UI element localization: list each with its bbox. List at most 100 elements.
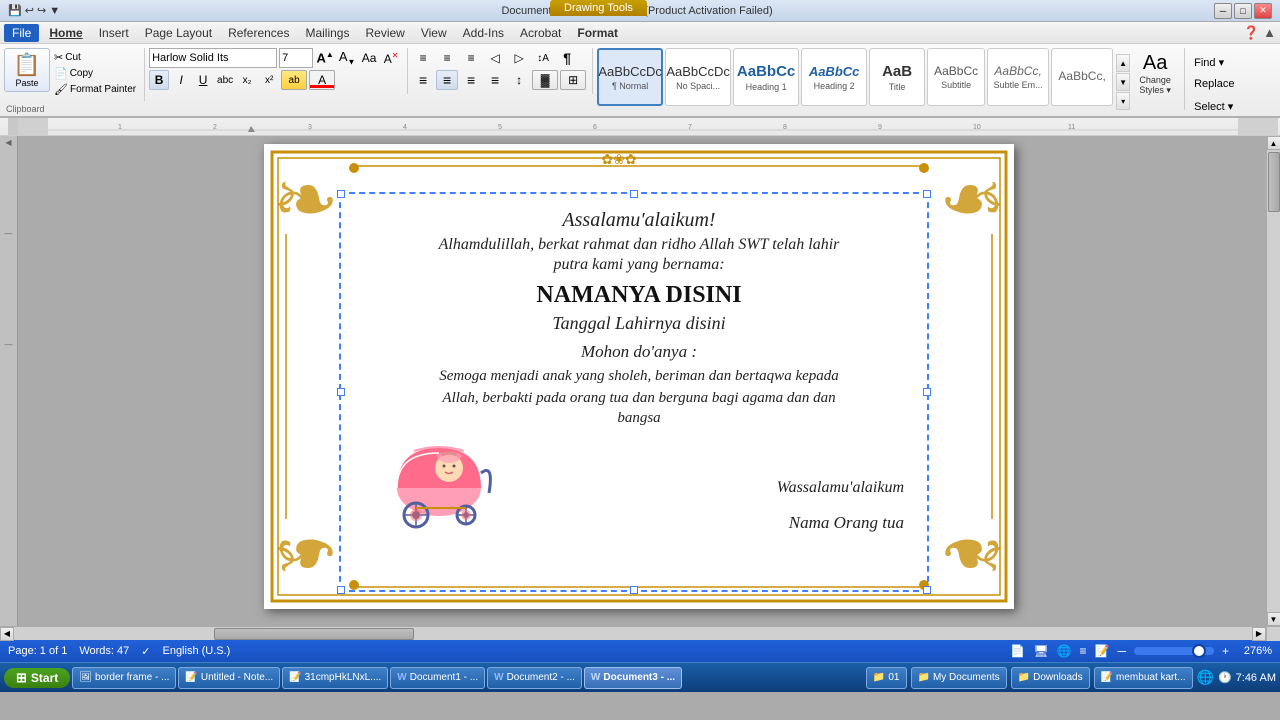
style-title[interactable]: AaB Title [869,48,925,106]
svg-text:3: 3 [308,124,312,131]
minimize-btn[interactable]: ─ [1214,3,1232,19]
strikethrough-button[interactable]: abc [215,70,235,90]
multilevel-button[interactable]: ≡ [460,48,482,68]
taskbar-item-border[interactable]: 🖼 border frame - ... [72,667,176,689]
zoom-in-btn[interactable]: + [1222,644,1229,658]
show-hide-button[interactable]: ¶ [556,48,578,68]
style-heading2[interactable]: AaBbCc Heading 2 [801,48,867,106]
styles-more-button[interactable]: ▾ [1116,92,1130,110]
copy-button[interactable]: 📄 Copy [52,66,138,81]
view-draft-icon[interactable]: 📝 [1095,644,1110,658]
align-center-button[interactable]: ≡ [436,70,458,90]
line-allah: Allah, berbakti pada orang tua dan bergu… [442,388,835,409]
language-label[interactable]: English (U.S.) [162,645,230,657]
view-web-icon[interactable]: 🌐 [1057,644,1072,658]
italic-button[interactable]: I [171,70,191,90]
menu-review[interactable]: Review [357,24,412,42]
font-size-input[interactable] [279,48,313,68]
style-normal-label: ¶ Normal [612,81,648,91]
cut-button[interactable]: ✂ Cut [52,50,138,65]
taskbar-item-doc1[interactable]: W Document1 - ... [390,667,485,689]
style-nospacing[interactable]: AaBbCcDc No Spaci... [665,48,731,106]
replace-button[interactable]: Replace [1189,74,1239,94]
align-left-button[interactable]: ≡ [412,70,434,90]
find-button[interactable]: Find ▾ [1189,52,1239,72]
change-styles-button[interactable]: Aa ChangeStyles ▾ [1132,48,1178,96]
vertical-scrollbar[interactable]: ▲ ▼ [1266,136,1280,626]
font-name-input[interactable] [149,48,277,68]
paste-button[interactable]: 📋 Paste [4,48,50,92]
taskbar-item-doc3[interactable]: W Document3 - ... [584,667,682,689]
menu-format[interactable]: Format [569,24,626,42]
styles-scroll-down[interactable]: ▼ [1116,73,1130,91]
view-fullscreen-icon[interactable]: 🖥 [1033,644,1048,658]
menu-references[interactable]: References [220,24,297,42]
scroll-thumb[interactable] [1268,152,1280,212]
style-more[interactable]: AaBbCc, [1051,48,1113,106]
menu-view[interactable]: View [413,24,455,42]
taskbar-item-mydocs[interactable]: 📁 My Documents [911,667,1007,689]
view-print-icon[interactable]: 📄 [1010,644,1025,658]
clear-format-button[interactable]: A✕ [381,48,401,68]
menu-addins[interactable]: Add-Ins [455,24,512,42]
format-painter-button[interactable]: 🖌 Format Painter [52,82,138,97]
bullets-button[interactable]: ≡ [412,48,434,68]
ie-icon[interactable]: 🌐 [1197,669,1214,686]
styles-scroll-up[interactable]: ▲ [1116,54,1130,72]
scroll-down-button[interactable]: ▼ [1267,612,1280,626]
horizontal-scrollbar[interactable]: ◀ ▶ [0,626,1280,640]
increase-indent-button[interactable]: ▷ [508,48,530,68]
change-case-button[interactable]: Aa [359,48,379,68]
taskbar-item-notepad[interactable]: 📝 Untitled - Note... [178,667,280,689]
close-btn[interactable]: ✕ [1254,3,1272,19]
scroll-right-button[interactable]: ▶ [1252,627,1266,641]
maximize-btn[interactable]: □ [1234,3,1252,19]
taskbar-item-folder01[interactable]: 📁 01 [866,667,907,689]
line-spacing-button[interactable]: ↕ [508,70,530,90]
taskbar-item-downloads[interactable]: 📁 Downloads [1011,667,1090,689]
menu-home[interactable]: Home [41,24,90,42]
bold-button[interactable]: B [149,70,169,90]
zoom-out-btn[interactable]: ─ [1117,644,1126,658]
style-subtle-emph[interactable]: AaBbCc, Subtle Em... [987,48,1049,106]
taskbar-item-31[interactable]: 📝 31cmpHkLNxL.... [282,667,388,689]
justify-button[interactable]: ≡ [484,70,506,90]
start-button[interactable]: ⊞ Start [4,668,70,688]
sort-button[interactable]: ↕A [532,48,554,68]
underline-button[interactable]: U [193,70,213,90]
style-heading1[interactable]: AaBbCc Heading 1 [733,48,799,106]
style-nospacing-label: No Spaci... [676,81,720,91]
style-normal[interactable]: AaBbCcDc ¶ Normal [597,48,663,106]
subscript-button[interactable]: x₂ [237,70,257,90]
ribbon-collapse-icon[interactable]: ▲ [1263,25,1276,40]
grow-font-button[interactable]: A▲ [315,48,335,68]
taskbar-item-membuat[interactable]: 📝 membuat kart... [1094,667,1193,689]
menu-insert[interactable]: Insert [91,24,137,42]
shading-button[interactable]: ▓ [532,70,558,90]
taskbar-item-doc2[interactable]: W Document2 - ... [487,667,582,689]
select-button[interactable]: Select ▾ [1189,96,1239,116]
spell-check-icon[interactable]: ✓ [141,645,150,658]
text-highlight-button[interactable]: ab [281,70,307,90]
zoom-slider[interactable] [1134,647,1214,655]
scroll-left-button[interactable]: ◀ [0,627,14,641]
superscript-button[interactable]: x² [259,70,279,90]
taskbar-doc1-icon: W [397,672,406,683]
menu-file[interactable]: File [4,24,39,42]
horizontal-scroll-thumb[interactable] [214,628,414,640]
align-right-button[interactable]: ≡ [460,70,482,90]
shrink-font-button[interactable]: A▼ [337,48,357,68]
borders-button[interactable]: ⊞ [560,70,586,90]
menu-acrobat[interactable]: Acrobat [512,24,569,42]
menu-pagelayout[interactable]: Page Layout [137,24,220,42]
scroll-up-button[interactable]: ▲ [1267,136,1280,150]
style-subtitle[interactable]: AaBbCc Subtitle [927,48,985,106]
line-assalamu: Assalamu'alaikum! [562,209,715,232]
page-scroll-area[interactable]: ❧ ❧ ❧ ❧ ✿❀✿ [18,136,1266,626]
decrease-indent-button[interactable]: ◁ [484,48,506,68]
font-color-button[interactable]: A [309,70,335,90]
numbering-button[interactable]: ≡ [436,48,458,68]
view-outline-icon[interactable]: ≡ [1080,644,1087,658]
line-bangsa: bangsa [617,410,660,427]
menu-mailings[interactable]: Mailings [297,24,357,42]
